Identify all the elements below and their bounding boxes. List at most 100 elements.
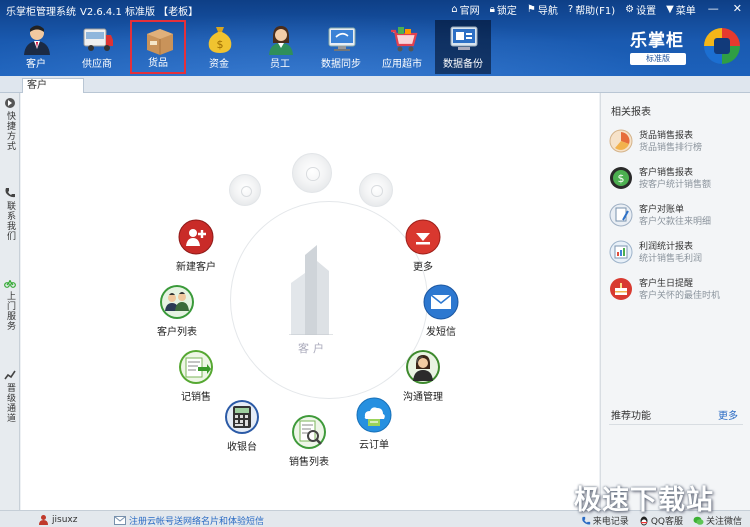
profit-icon	[609, 240, 633, 264]
brand: 乐掌柜 标准版	[630, 26, 696, 65]
sidebar-item-contact[interactable]: 联系我们	[1, 187, 19, 241]
top-menu-official-site[interactable]: ⌂ 官网	[451, 2, 479, 17]
sync-icon	[328, 27, 356, 51]
main-nav: 客户 供应商 货品 $ 资金 员工 数据同步 应用超市 数据备份	[8, 20, 496, 74]
placeholder-slot	[229, 174, 261, 206]
cart-icon	[391, 27, 418, 52]
recommend-heading: 推荐功能	[611, 411, 651, 422]
feature-communication[interactable]: 沟通管理	[388, 349, 458, 403]
title-bar: 乐掌柜管理系统 V2.6.4.1 标准版 【老板】 ⌂ 官网 🔒︎ 锁定 ⚑ 导航 ? 帮…	[0, 0, 750, 76]
phone-icon	[5, 188, 15, 198]
nav-label: 数据同步	[321, 59, 361, 70]
feature-send-sms[interactable]: 发短信	[406, 284, 476, 338]
trend-icon	[4, 370, 16, 380]
communication-icon	[406, 350, 440, 384]
qq-icon	[640, 516, 648, 525]
related-reports-panel: 相关报表 货品销售报表 货品销售排行榜 $ 客户销售报表 按客户统计销售额 客户…	[600, 93, 750, 510]
svg-text:$: $	[618, 172, 625, 185]
app-version: V2.6.4.1 标准版 【老板】	[80, 7, 199, 18]
feature-more[interactable]: 更多	[388, 219, 458, 273]
cloud-order-icon	[356, 397, 392, 433]
sidebar-item-upgrade[interactable]: 晋级通道	[1, 369, 19, 423]
watermark: 极速下载站	[574, 485, 714, 516]
top-menu-menu[interactable]: ▼ 菜单	[666, 2, 696, 17]
placeholder-slot	[292, 153, 332, 193]
feature-cashier[interactable]: 收银台	[207, 399, 277, 453]
report-customer-sales[interactable]: $ 客户销售报表 按客户统计销售额	[609, 164, 749, 194]
main-panel: 客户 新建客户 更多 客户列表 发短信 记销售 沟通管理 收银台 云订单 销售列…	[21, 93, 599, 510]
shortcut-icon	[5, 98, 15, 108]
app-name: 乐掌柜管理系统	[6, 7, 76, 18]
top-menu-help[interactable]: ? 帮助(F1)	[568, 2, 615, 17]
reports-heading: 相关报表	[611, 107, 651, 118]
nav-data-sync[interactable]: 数据同步	[313, 20, 369, 74]
report-goods-sales[interactable]: 货品销售报表 货品销售排行榜	[609, 127, 749, 157]
flag-icon: ⚑	[526, 4, 536, 15]
username: jisuxz	[52, 514, 78, 525]
nav-label: 员工	[270, 59, 290, 70]
statement-icon	[609, 203, 633, 227]
report-profit[interactable]: 利润统计报表 统计销售毛利润	[609, 238, 749, 268]
brand-logo	[704, 28, 740, 64]
nav-label: 资金	[209, 59, 229, 70]
birthday-icon	[610, 278, 632, 300]
brand-edition: 标准版	[630, 53, 686, 65]
top-menu: ⌂ 官网 🔒︎ 锁定 ⚑ 导航 ? 帮助(F1) ⚙ 设置 ▼ 菜单 — ✕	[451, 2, 744, 17]
divider	[609, 424, 743, 425]
call-log-icon	[582, 516, 590, 524]
tab-customer[interactable]: 客户	[22, 78, 84, 94]
nav-supplier[interactable]: 供应商	[69, 20, 125, 74]
top-menu-navigate[interactable]: ⚑ 导航	[527, 2, 558, 17]
nav-customer[interactable]: 客户	[8, 20, 64, 74]
nav-label: 应用超市	[382, 59, 422, 70]
box-icon	[147, 29, 173, 55]
mail-icon	[114, 516, 126, 525]
svg-text:$: $	[217, 38, 224, 51]
nav-label: 客户	[26, 59, 46, 70]
top-menu-settings[interactable]: ⚙ 设置	[625, 2, 656, 17]
dollar-icon: $	[610, 167, 632, 189]
help-icon: ?	[567, 4, 574, 15]
nav-staff[interactable]: 员工	[252, 20, 308, 74]
wechat-icon	[693, 516, 704, 525]
report-customer-statement[interactable]: 客户对账单 客户欠款往来明细	[609, 201, 749, 231]
bicycle-icon	[4, 280, 16, 288]
register-cloud-link[interactable]: 注册云帐号送网络名片和体验短信	[114, 514, 264, 527]
sms-icon	[423, 284, 459, 320]
feature-record-sale[interactable]: 记销售	[161, 349, 231, 403]
feature-new-customer[interactable]: 新建客户	[161, 219, 231, 273]
feature-sales-list[interactable]: 销售列表	[274, 414, 344, 468]
sidebar-item-onsite-service[interactable]: 上门服务	[1, 277, 19, 331]
nav-data-backup[interactable]: 数据备份	[435, 20, 491, 74]
customer-icon	[24, 25, 50, 55]
building-icon	[289, 245, 333, 335]
minimize-button[interactable]: —	[706, 2, 721, 17]
pie-chart-icon	[609, 129, 633, 153]
top-menu-lock[interactable]: 🔒︎ 锁定	[490, 2, 517, 17]
truck-icon	[83, 28, 113, 51]
nav-label: 货品	[148, 58, 168, 69]
shirt-icon: ▼	[666, 4, 674, 15]
placeholder-slot	[359, 173, 393, 207]
sidebar-item-shortcuts[interactable]: 快捷方式	[1, 97, 19, 151]
nav-label: 数据备份	[443, 59, 483, 70]
nav-goods[interactable]: 货品	[130, 20, 186, 74]
app-title: 乐掌柜管理系统 V2.6.4.1 标准版 【老板】	[6, 3, 198, 18]
feature-cloud-order[interactable]: 云订单	[339, 397, 409, 451]
nav-app-market[interactable]: 应用超市	[374, 20, 430, 74]
close-button[interactable]: ✕	[731, 2, 744, 17]
feature-customer-list[interactable]: 客户列表	[142, 284, 212, 338]
recommend-more-link[interactable]: 更多	[718, 407, 738, 422]
add-customer-icon	[178, 219, 214, 255]
lock-icon: 🔒︎	[489, 4, 495, 15]
report-customer-birthday[interactable]: 客户生日提醒 客户关怀的最佳时机	[609, 275, 749, 305]
nav-funds[interactable]: $ 资金	[191, 20, 247, 74]
money-bag-icon: $	[208, 27, 232, 53]
record-sale-icon	[179, 350, 213, 384]
gear-icon: ⚙	[625, 4, 635, 15]
cashier-icon	[225, 400, 259, 434]
user-icon	[39, 515, 48, 525]
brand-name: 乐掌柜	[630, 31, 684, 51]
current-user: jisuxz	[38, 514, 77, 525]
nav-label: 供应商	[82, 59, 112, 70]
